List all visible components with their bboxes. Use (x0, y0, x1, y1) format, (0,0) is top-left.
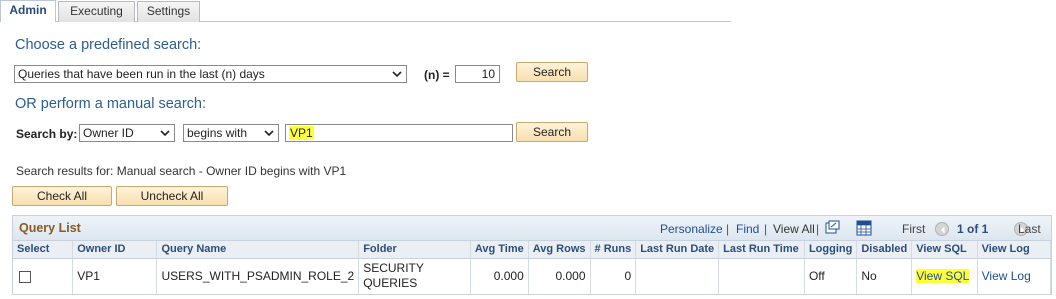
last-run-date-cell (635, 258, 720, 294)
chevron-down-icon (391, 68, 403, 83)
view-sql-link[interactable]: View SQL (916, 269, 970, 284)
search-by-label: Search by: (16, 127, 78, 141)
column-header-avg-rows[interactable]: Avg Rows (528, 241, 591, 259)
view-sql-cell: View SQL (911, 258, 978, 294)
tab-executing[interactable]: Executing (58, 1, 135, 22)
select-cell (13, 258, 74, 294)
column-header-view-sql: View SQL (911, 241, 978, 259)
column-header-owner-id[interactable]: Owner ID (72, 241, 158, 259)
last-run-time-cell (718, 258, 805, 294)
column-header-disabled[interactable]: Disabled (856, 241, 913, 259)
table-row: VP1 USERS_WITH_PSADMIN_ROLE_2 SECURITY Q… (13, 258, 1052, 294)
column-header-select: Select (13, 241, 74, 259)
query-name-cell: USERS_WITH_PSADMIN_ROLE_2 (156, 258, 360, 294)
last-label: Last (1018, 222, 1041, 236)
predefined-search-select-value: Queries that have been run in the last (… (18, 67, 265, 81)
tab-settings[interactable]: Settings (137, 1, 200, 22)
pager-text: 1 of 1 (957, 222, 989, 236)
logging-cell: Off (804, 258, 858, 294)
column-header-avg-time[interactable]: Avg Time (470, 241, 529, 259)
query-list-grid: Query List Personalize | Find | View All… (12, 215, 1052, 295)
predefined-search-heading: Choose a predefined search: (15, 37, 202, 53)
column-header-view-log: View Log (977, 241, 1052, 259)
folder-line: SECURITY (363, 261, 424, 276)
chevron-down-icon (159, 127, 171, 142)
folder-cell: SECURITY QUERIES (358, 258, 471, 294)
uncheck-all-button[interactable]: Uncheck All (116, 186, 228, 206)
view-all-link[interactable]: View All (773, 222, 815, 236)
view-log-cell: View Log (977, 258, 1052, 294)
tab-bar: Admin Executing Settings (0, 0, 731, 22)
table-header-row: Select Owner ID Query Name Folder Avg Ti… (13, 241, 1052, 259)
personalize-link[interactable]: Personalize (660, 222, 723, 236)
separator: | (764, 222, 768, 236)
search-results-text: Search results for: Manual search - Owne… (16, 164, 347, 178)
column-header-last-run-time[interactable]: Last Run Time (718, 241, 805, 259)
search-field-select[interactable]: Owner ID (79, 124, 175, 142)
predefined-search-button[interactable]: Search (516, 62, 588, 82)
search-operator-select-value: begins with (187, 126, 248, 140)
column-header-last-run-date[interactable]: Last Run Date (635, 241, 720, 259)
n-label: (n) = (424, 68, 450, 82)
search-operator-select[interactable]: begins with (183, 124, 279, 142)
search-field-select-value: Owner ID (83, 126, 134, 140)
separator: | (726, 222, 730, 236)
download-spreadsheet-icon[interactable] (856, 220, 872, 239)
column-header-logging[interactable]: Logging (804, 241, 858, 259)
avg-rows-cell: 0.000 (528, 258, 591, 294)
tab-admin[interactable]: Admin (0, 0, 56, 22)
grid-title: Query List (19, 221, 81, 235)
column-header-folder[interactable]: Folder (358, 241, 471, 259)
new-window-icon[interactable] (825, 220, 840, 238)
manual-search-button[interactable]: Search (516, 122, 588, 142)
previous-icon[interactable] (935, 221, 949, 236)
first-label: First (902, 222, 926, 236)
grid-header: Query List Personalize | Find | View All… (13, 216, 1051, 241)
disabled-cell: No (856, 258, 913, 294)
chevron-down-icon (263, 127, 275, 142)
manual-search-heading: OR perform a manual search: (15, 96, 206, 112)
search-value-input[interactable]: VP1 (285, 124, 513, 142)
folder-line: QUERIES (363, 276, 418, 291)
select-checkbox[interactable] (19, 271, 31, 284)
column-header-runs[interactable]: # Runs (590, 241, 637, 259)
avg-time-cell: 0.000 (470, 258, 529, 294)
query-table: Select Owner ID Query Name Folder Avg Ti… (13, 241, 1052, 294)
search-value-text: VP1 (289, 126, 314, 140)
predefined-search-select[interactable]: Queries that have been run in the last (… (14, 65, 407, 83)
n-days-input[interactable]: 10 (455, 65, 500, 83)
separator: | (816, 222, 820, 236)
runs-cell: 0 (590, 258, 637, 294)
column-header-query-name[interactable]: Query Name (156, 241, 360, 259)
view-log-link[interactable]: View Log (982, 269, 1031, 283)
check-all-button[interactable]: Check All (12, 186, 112, 206)
find-link[interactable]: Find (736, 222, 759, 236)
owner-id-cell: VP1 (72, 258, 158, 294)
